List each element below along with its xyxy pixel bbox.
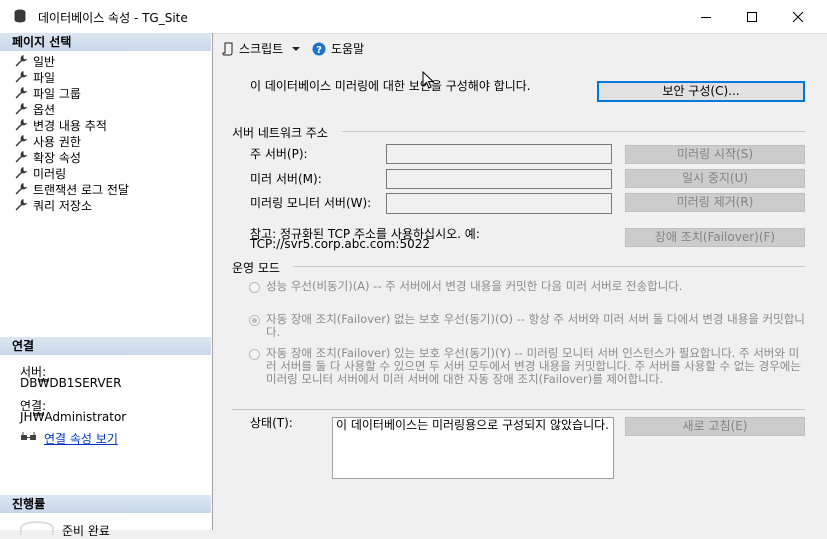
svg-text:?: ? bbox=[316, 45, 322, 56]
progress-spinner-icon bbox=[20, 521, 54, 535]
help-label: 도움말 bbox=[331, 42, 365, 56]
maximize-button[interactable] bbox=[729, 0, 775, 33]
maximize-icon bbox=[747, 11, 757, 22]
network-section-header: 서버 네트워크 주소 bbox=[232, 126, 328, 140]
status-textbox[interactable]: 이 데이터베이스는 미러링용으로 구성되지 않았습니다. bbox=[332, 417, 614, 479]
remove-mirroring-button[interactable]: 미러링 제거(R) bbox=[625, 193, 805, 212]
wrench-icon bbox=[15, 199, 27, 211]
mode-radio-safety-no-failover[interactable] bbox=[249, 315, 260, 326]
page-item[interactable]: 미러링 bbox=[14, 165, 66, 181]
view-connection-properties-link[interactable]: 연결 속성 보기 bbox=[44, 430, 118, 447]
page-item[interactable]: 트랜잭션 로그 전달 bbox=[14, 181, 129, 197]
chevron-down-icon bbox=[292, 46, 301, 51]
help-icon: ? bbox=[312, 42, 326, 56]
page-item-label: 확장 속성 bbox=[33, 150, 81, 165]
mode-text-performance: 성능 우선(비동기)(A) -- 주 서버에서 변경 내용을 커밋한 다음 미러… bbox=[266, 279, 683, 293]
start-mirroring-button[interactable]: 미러링 시작(S) bbox=[625, 145, 805, 164]
script-label: 스크립트 bbox=[239, 42, 284, 56]
close-icon bbox=[792, 11, 804, 22]
mode-radio-safety-failover[interactable] bbox=[249, 349, 260, 360]
close-button[interactable] bbox=[775, 0, 821, 33]
content-area bbox=[213, 63, 217, 530]
database-icon bbox=[14, 9, 26, 23]
page-item-label: 파일 bbox=[33, 70, 56, 85]
principal-server-field[interactable] bbox=[386, 144, 612, 164]
page-item-label: 미러링 bbox=[33, 166, 67, 181]
failover-button[interactable]: 장애 조치(Failover)(F) bbox=[625, 228, 805, 247]
mode-text-safety-no-failover: 자동 장애 조치(Failover) 없는 보호 우선(동기)(O) -- 항상… bbox=[266, 312, 805, 339]
operating-mode-divider bbox=[293, 266, 805, 267]
principal-server-label: 주 서버(P): bbox=[250, 147, 308, 161]
wrench-icon bbox=[15, 167, 27, 179]
page-item-label: 사용 권한 bbox=[33, 134, 81, 149]
connection-header: 연결 bbox=[0, 337, 211, 355]
page-item[interactable]: 확장 속성 bbox=[14, 149, 81, 165]
operating-mode-header: 운영 모드 bbox=[232, 261, 280, 275]
page-item-label: 옵션 bbox=[33, 102, 56, 117]
page-item-label: 쿼리 저장소 bbox=[33, 198, 93, 213]
page-item[interactable]: 변경 내용 추적 bbox=[14, 117, 107, 133]
script-button[interactable]: 스크립트 bbox=[222, 40, 301, 57]
security-message: 이 데이터베이스 미러링에 대한 보안을 구성해야 합니다. bbox=[250, 79, 531, 93]
refresh-button[interactable]: 새로 고침(E) bbox=[625, 417, 805, 436]
help-button[interactable]: ? 도움말 bbox=[312, 40, 364, 57]
connection-value: JH₩Administrator bbox=[20, 410, 127, 424]
wrench-icon bbox=[15, 87, 27, 99]
page-item-label: 트랜잭션 로그 전달 bbox=[33, 182, 129, 197]
address-note-line2: TCP://svr5.corp.abc.com:5022 bbox=[250, 237, 431, 251]
page-item[interactable]: 일반 bbox=[14, 53, 55, 69]
page-item[interactable]: 파일 그룹 bbox=[14, 85, 81, 101]
mode-text-safety-failover: 자동 장애 조치(Failover) 있는 보호 우선(동기)(Y) -- 미러… bbox=[266, 346, 801, 386]
window-title: 데이터베이스 속성 - TG_Site bbox=[38, 11, 188, 25]
mirror-server-label: 미러 서버(M): bbox=[250, 172, 322, 186]
page-item[interactable]: 쿼리 저장소 bbox=[14, 197, 92, 213]
page-item-label: 파일 그룹 bbox=[33, 86, 81, 101]
witness-server-label: 미러링 모니터 서버(W): bbox=[250, 196, 372, 210]
status-label: 상태(T): bbox=[250, 416, 293, 430]
wrench-icon bbox=[15, 55, 27, 67]
page-item[interactable]: 사용 권한 bbox=[14, 133, 81, 149]
select-page-header: 페이지 선택 bbox=[0, 33, 211, 51]
wrench-icon bbox=[15, 183, 27, 195]
server-value: DB₩DB1SERVER bbox=[20, 376, 122, 390]
progress-status: 준비 완료 bbox=[62, 524, 110, 538]
minimize-icon bbox=[701, 16, 711, 18]
script-icon bbox=[222, 42, 233, 55]
progress-header: 진행률 bbox=[0, 495, 211, 513]
pause-button[interactable]: 일시 중지(U) bbox=[625, 169, 805, 188]
left-pane: 페이지 선택 일반 파일 파일 그룹 옵션 변경 내용 추적 사용 권한 확장 속성 미러링 트… bbox=[0, 33, 213, 538]
configure-security-button[interactable]: 보안 구성(C)... bbox=[597, 81, 805, 102]
wrench-icon bbox=[15, 71, 27, 83]
wrench-icon bbox=[15, 119, 27, 131]
title-bar: 데이터베이스 속성 - TG_Site bbox=[0, 0, 827, 34]
page-item[interactable]: 옵션 bbox=[14, 101, 55, 117]
status-divider bbox=[232, 409, 805, 410]
wrench-icon bbox=[15, 151, 27, 163]
connection-properties-icon bbox=[21, 432, 36, 440]
page-item[interactable]: 파일 bbox=[14, 69, 55, 85]
page-item-label: 일반 bbox=[33, 54, 56, 69]
mirror-server-field[interactable] bbox=[386, 169, 612, 189]
page-item-label: 변경 내용 추적 bbox=[33, 118, 107, 133]
minimize-button[interactable] bbox=[683, 0, 729, 33]
mode-radio-performance[interactable] bbox=[249, 282, 260, 293]
toolbar: 스크립트 ? 도움말 bbox=[213, 33, 827, 63]
wrench-icon bbox=[15, 135, 27, 147]
mouse-cursor-icon bbox=[422, 71, 434, 89]
witness-server-field[interactable] bbox=[386, 193, 612, 214]
network-divider bbox=[342, 131, 805, 132]
wrench-icon bbox=[15, 103, 27, 115]
